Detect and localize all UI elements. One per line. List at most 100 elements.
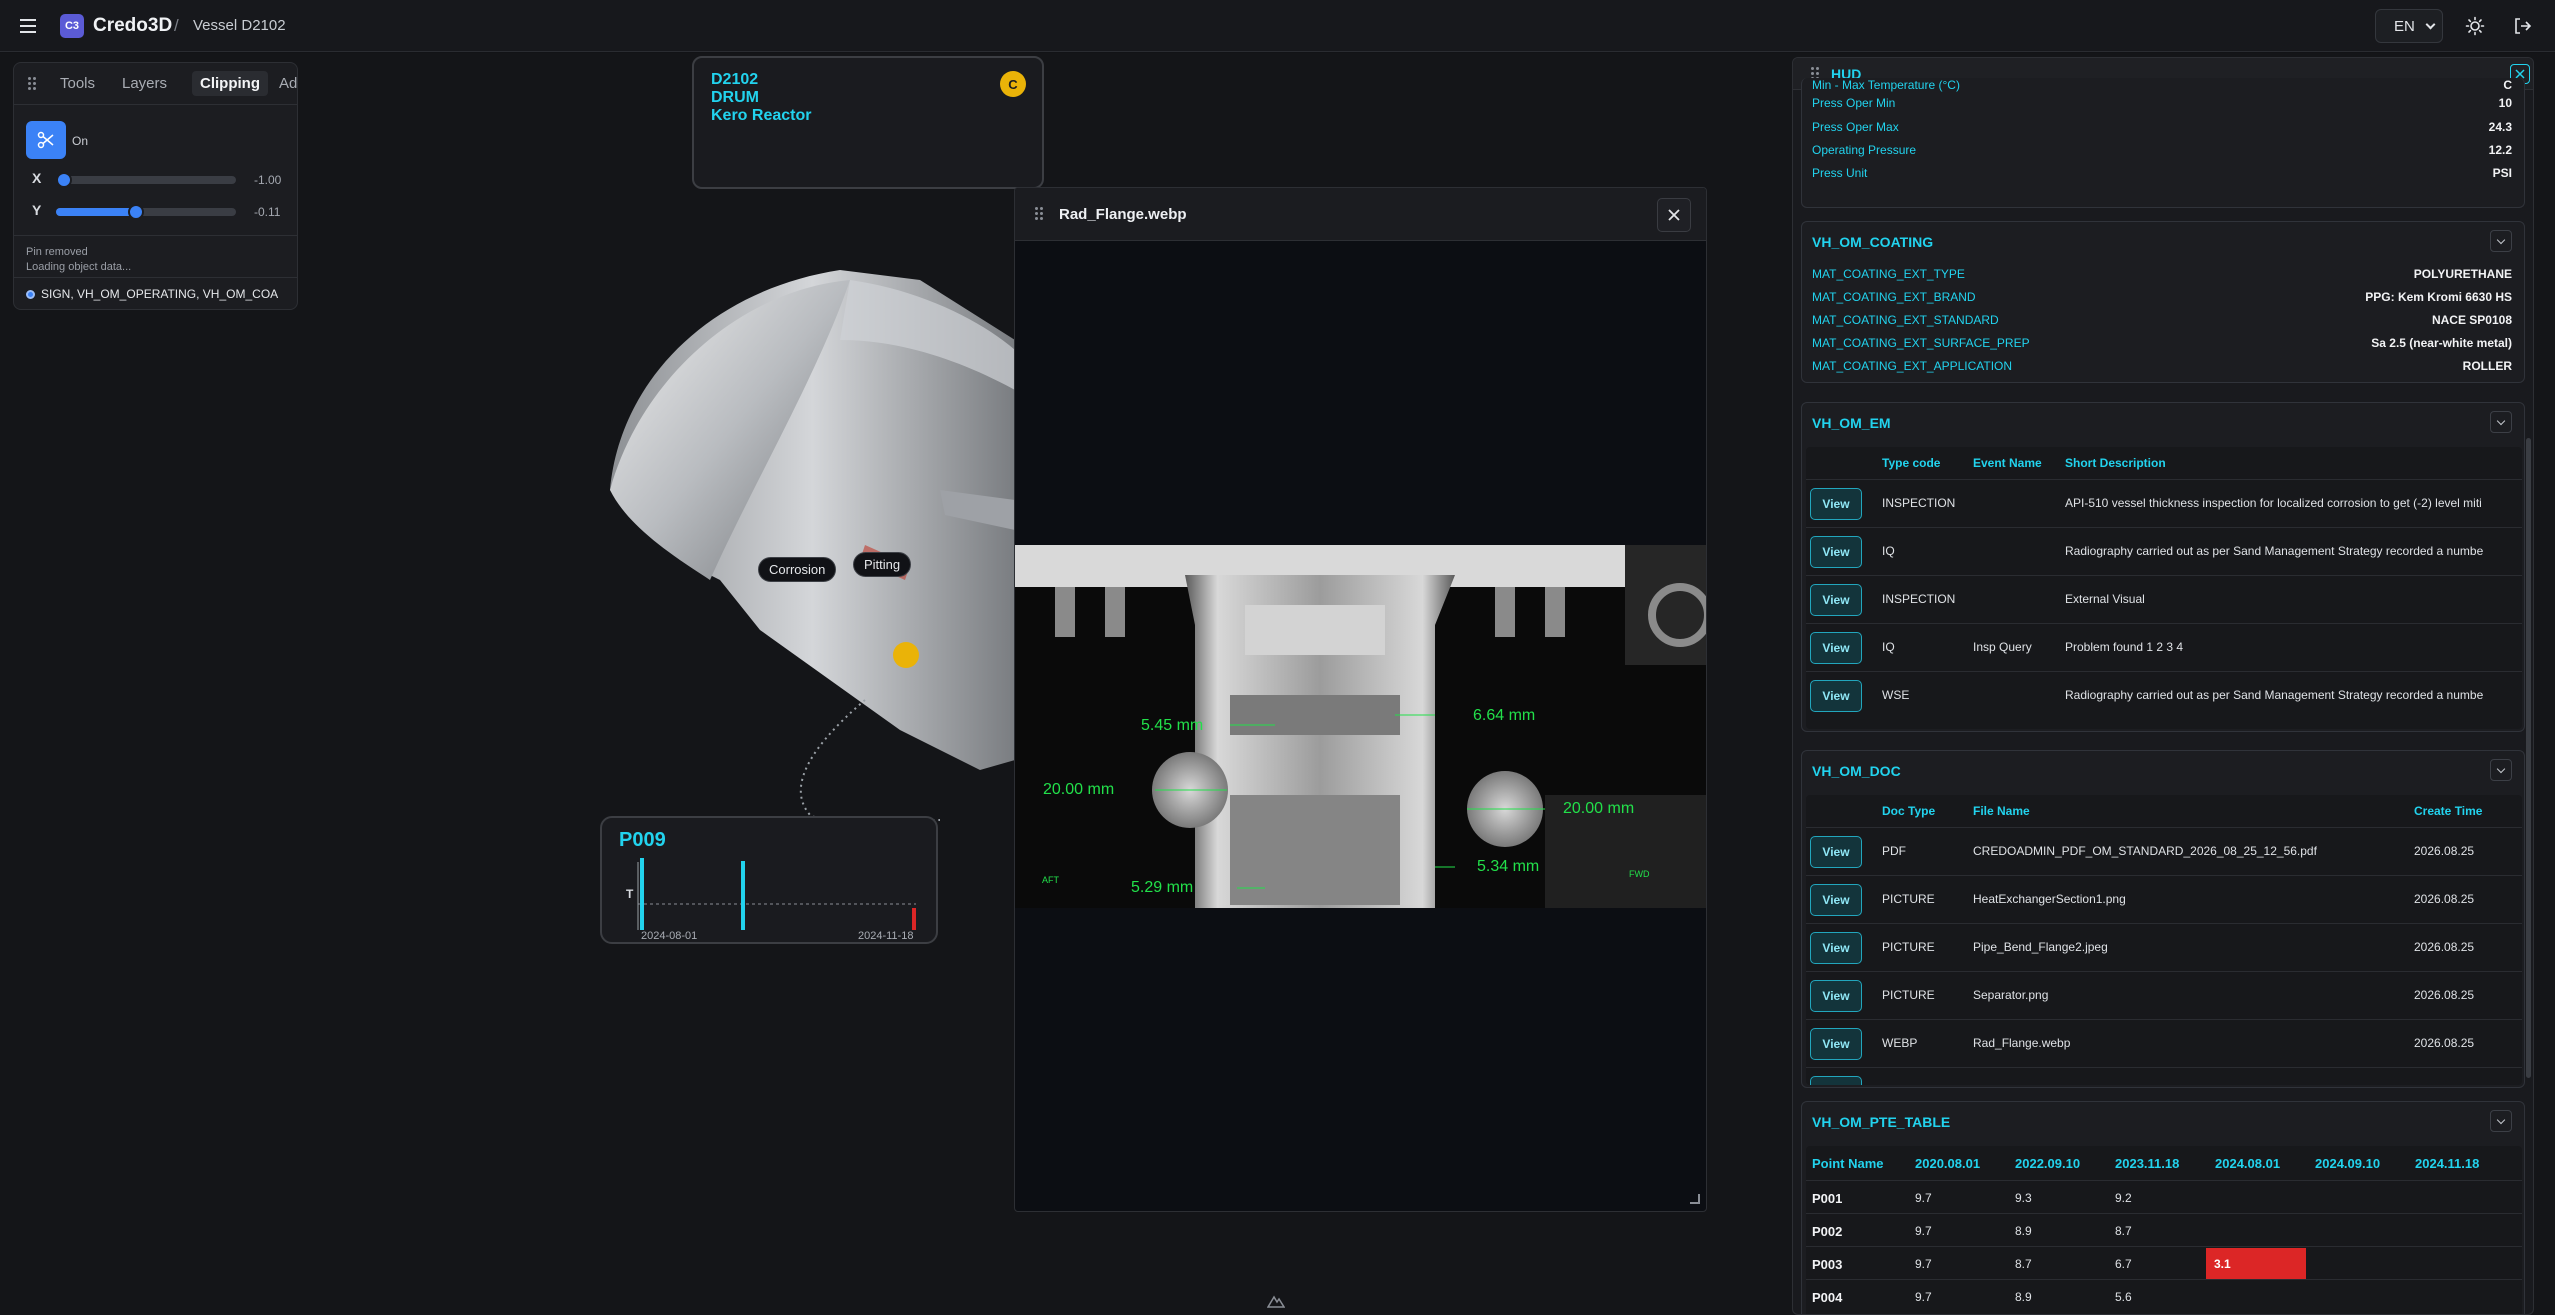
section-title: VH_OM_EM: [1812, 415, 1891, 431]
language-value: EN: [2394, 17, 2415, 35]
section-title: VH_OM_DOC: [1812, 763, 1901, 779]
collapse-button[interactable]: [2490, 759, 2512, 781]
table-row[interactable]: View IQ Insp Query Problem found 1 2 3 4: [1806, 623, 2522, 670]
table-row[interactable]: View INSPECTION API-510 vessel thickness i…: [1806, 479, 2522, 526]
trend-bar: [640, 858, 644, 930]
clipping-toggle-button[interactable]: [26, 121, 66, 159]
hud-scrollbar[interactable]: [2526, 438, 2531, 1078]
collapse-button[interactable]: [2490, 411, 2512, 433]
table-row[interactable]: View PICTURE Pipe_Bend_Flange2.jpeg 2026.08…: [1806, 923, 2522, 970]
condition-status-badge: C: [1000, 71, 1026, 97]
measurement-label: 20.00 mm: [1563, 800, 1635, 817]
x-clip-slider[interactable]: [56, 172, 236, 188]
table-row[interactable]: P002 9.7 8.9 8.7: [1806, 1213, 2522, 1246]
column-header: Event Name: [1973, 456, 2042, 470]
view-button[interactable]: View: [1810, 884, 1862, 916]
image-viewer-window[interactable]: Rad_Flange.webp 5.45 mm 6.64 mm 20.00 mm…: [1014, 187, 1707, 1212]
table-row[interactable]: View PICTURE HeatExchangerSection1.png 2026…: [1806, 875, 2522, 922]
theme-toggle-button[interactable]: [2458, 9, 2492, 43]
radiograph-drawing: [1015, 545, 1706, 908]
breadcrumb[interactable]: Vessel D2102: [193, 17, 286, 34]
column-header: Point Name: [1812, 1156, 1884, 1171]
view-button[interactable]: View: [1810, 1076, 1862, 1085]
table-row[interactable]: P004 9.7 8.9 5.6: [1806, 1279, 2522, 1312]
app-title: Credo3D: [93, 15, 173, 36]
view-button[interactable]: View: [1810, 836, 1862, 868]
close-icon: [1668, 209, 1680, 221]
point-trend-card[interactable]: P009 T 2024-08-01 2024-11-18: [600, 816, 938, 944]
table-row[interactable]: View PDF CREDOADMIN_PDF_OM_STANDARD_2026_0…: [1806, 827, 2522, 874]
y-slider-fill: [56, 208, 136, 216]
view-button[interactable]: View: [1810, 980, 1862, 1012]
panel-divider: [14, 277, 297, 278]
drag-handle-icon[interactable]: [1035, 207, 1045, 221]
section-title: VH_OM_PTE_TABLE: [1812, 1114, 1951, 1130]
measurement-label: 5.34 mm: [1477, 858, 1540, 875]
column-header: 2022.09.10: [2015, 1156, 2081, 1171]
column-header: 2024.09.10: [2315, 1156, 2381, 1171]
y-slider-thumb[interactable]: [128, 204, 144, 220]
table-row[interactable]: P001 9.7 9.3 9.2: [1806, 1180, 2522, 1213]
operating-section: Min - Max Temperature (°C) C Press Oper M…: [1801, 78, 2525, 208]
language-select[interactable]: EN: [2375, 9, 2443, 43]
column-header: 2024.08.01: [2215, 1156, 2281, 1171]
column-header: Create Time: [2414, 804, 2483, 818]
status-message: Pin removed: [26, 246, 88, 258]
orientation-label-fwd: FWD: [1629, 869, 1650, 879]
asset-info-card[interactable]: D2102 DRUM Kero Reactor C: [692, 56, 1044, 189]
view-button[interactable]: View: [1810, 536, 1862, 568]
kv-row: Operating Pressure 12.2: [1812, 143, 2512, 157]
view-button[interactable]: View: [1810, 584, 1862, 616]
column-header: File Name: [1973, 804, 2030, 818]
kv-row: MAT_COATING_EXT_STANDARD NACE SP0108: [1812, 313, 2512, 327]
tab-layers[interactable]: Layers: [122, 75, 167, 92]
collapse-button[interactable]: [2490, 230, 2512, 252]
kv-row: Press Unit PSI: [1812, 166, 2512, 180]
active-layer-item[interactable]: SIGN, VH_OM_OPERATING, VH_OM_COA: [26, 287, 278, 301]
em-section: VH_OM_EM Type code Event Name Short Desc…: [1801, 402, 2525, 732]
view-button[interactable]: View: [1810, 680, 1862, 712]
column-header: 2020.08.01: [1915, 1156, 1981, 1171]
table-row[interactable]: P003 9.7 8.7 6.7 3.1: [1806, 1246, 2522, 1279]
collapse-button[interactable]: [2490, 1110, 2512, 1132]
x-slider-thumb[interactable]: [56, 172, 72, 188]
app-logo: C3: [60, 14, 84, 38]
drag-handle-icon[interactable]: [28, 77, 38, 91]
image-viewer-header[interactable]: Rad_Flange.webp: [1015, 188, 1706, 241]
logout-button[interactable]: [2505, 9, 2539, 43]
view-button[interactable]: View: [1810, 632, 1862, 664]
column-header: 2024.11.18: [2415, 1156, 2480, 1171]
pin-label-pitting[interactable]: Pitting: [853, 552, 912, 577]
table-row[interactable]: View IQ Radiography carried out as per San…: [1806, 527, 2522, 574]
column-header: Short Description: [2065, 456, 2166, 470]
hamburger-menu-icon[interactable]: [16, 14, 40, 38]
tab-ad[interactable]: Ad: [279, 75, 297, 92]
view-button[interactable]: View: [1810, 488, 1862, 520]
y-clip-slider[interactable]: [56, 204, 236, 220]
radiograph-image[interactable]: 5.45 mm 6.64 mm 20.00 mm 20.00 mm 5.29 m…: [1015, 545, 1706, 908]
table-row[interactable]: View WSE Radiography carried out as per Sa…: [1806, 671, 2522, 718]
orientation-label-aft: AFT: [1042, 875, 1059, 885]
close-button[interactable]: [1657, 198, 1691, 232]
panel-tabs: Tools Layers Clipping Ad: [14, 63, 297, 105]
vessel-3d-model[interactable]: [600, 260, 1020, 840]
resize-handle-icon[interactable]: [1690, 1194, 1700, 1204]
hud-panel: HUD Min - Max Temperature (°C) C Press Op…: [1792, 57, 2534, 1315]
active-layer-label: SIGN, VH_OM_OPERATING, VH_OM_COA: [41, 287, 279, 301]
mountain-logo-icon: [1267, 1295, 1285, 1308]
loading-message: Loading object data...: [26, 261, 132, 273]
table-row[interactable]: View: [1806, 1067, 2522, 1085]
column-header: Type code: [1882, 456, 1941, 470]
alert-cell: 3.1: [2206, 1248, 2306, 1279]
tab-clipping[interactable]: Clipping: [192, 71, 268, 96]
view-button[interactable]: View: [1810, 932, 1862, 964]
measurement-label: 5.45 mm: [1141, 717, 1204, 734]
tab-tools[interactable]: Tools: [60, 75, 95, 92]
table-row[interactable]: View PICTURE Separator.png 2026.08.25: [1806, 971, 2522, 1018]
table-row[interactable]: View INSPECTION External Visual: [1806, 575, 2522, 622]
image-viewer-title: Rad_Flange.webp: [1059, 206, 1187, 223]
trend-start-date: 2024-08-01: [641, 930, 698, 942]
table-row[interactable]: View WEBP Rad_Flange.webp 2026.08.25: [1806, 1019, 2522, 1066]
pin-label-corrosion[interactable]: Corrosion: [758, 557, 837, 582]
view-button[interactable]: View: [1810, 1028, 1862, 1060]
